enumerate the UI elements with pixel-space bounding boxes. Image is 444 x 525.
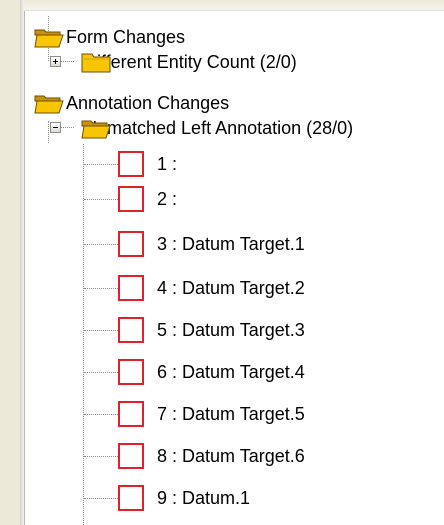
- tree-item-label: 3 : Datum Target.1: [157, 234, 305, 254]
- tree-connector: [84, 164, 118, 165]
- tree-connector: [48, 121, 49, 143]
- tree-connector: [84, 498, 118, 499]
- collapse-minus-icon[interactable]: [50, 122, 61, 133]
- tree-item-label: 2 :: [157, 189, 178, 209]
- tree-item-annotation[interactable]: 4 : Datum Target.2: [157, 273, 305, 303]
- annotation-icon: [118, 317, 144, 343]
- annotation-icon: [118, 401, 144, 427]
- tree-item-annotation[interactable]: 2 :: [157, 184, 177, 214]
- tree-item-label: 9 : Datum.1: [157, 488, 251, 508]
- tree-node-label: Unmatched Left Annotation (28/0): [84, 118, 354, 138]
- tree-item-annotation[interactable]: 6 : Datum Target.4: [157, 357, 305, 387]
- tree-node-different-entity-count[interactable]: Different Entity Count (2/0): [81, 47, 297, 77]
- tree-item-annotation[interactable]: 3 : Datum Target.1: [157, 229, 305, 259]
- tree-connector: [84, 372, 118, 373]
- comparison-tree[interactable]: Form Changes Different Entity Count (2/0…: [24, 10, 444, 525]
- folder-icon: [81, 53, 111, 73]
- annotation-icon: [118, 151, 144, 177]
- tree-connector: [84, 414, 118, 415]
- tree-item-annotation[interactable]: 7 : Datum Target.5: [157, 399, 305, 429]
- tree-item-annotation[interactable]: 5 : Datum Target.3: [157, 315, 305, 345]
- annotation-icon: [118, 186, 144, 212]
- tree-item-label: 4 : Datum Target.2: [157, 278, 305, 298]
- tree-connector: [84, 199, 118, 200]
- folder-open-icon: [81, 120, 111, 139]
- expand-plus-icon[interactable]: [50, 56, 61, 67]
- tree-connector: [84, 330, 118, 331]
- tree-connector: [84, 288, 118, 289]
- tree-item-annotation[interactable]: 9 : Datum.1: [157, 483, 250, 513]
- annotation-icon: [118, 443, 144, 469]
- tree-node-unmatched-left-annotation[interactable]: Unmatched Left Annotation (28/0): [81, 113, 353, 143]
- tree-item-annotation[interactable]: 1 :: [157, 149, 177, 179]
- tree-node-label: Different Entity Count (2/0): [84, 52, 297, 72]
- folder-open-icon: [34, 95, 64, 114]
- folder-open-icon: [34, 29, 64, 48]
- window-left-frame: [0, 0, 25, 525]
- tree-item-label: 6 : Datum Target.4: [157, 362, 305, 382]
- tree-item-label: 8 : Datum Target.6: [157, 446, 305, 466]
- annotation-icon: [118, 359, 144, 385]
- tree-item-annotation[interactable]: 8 : Datum Target.6: [157, 441, 305, 471]
- tree-connector: [83, 144, 84, 525]
- tree-connector: [84, 244, 118, 245]
- tree-item-label: 1 :: [157, 154, 178, 174]
- annotation-icon: [118, 485, 144, 511]
- tree-item-label: 7 : Datum Target.5: [157, 404, 305, 424]
- tree-item-label: 5 : Datum Target.3: [157, 320, 305, 340]
- annotation-icon: [118, 231, 144, 257]
- annotation-icon: [118, 275, 144, 301]
- tree-connector: [84, 456, 118, 457]
